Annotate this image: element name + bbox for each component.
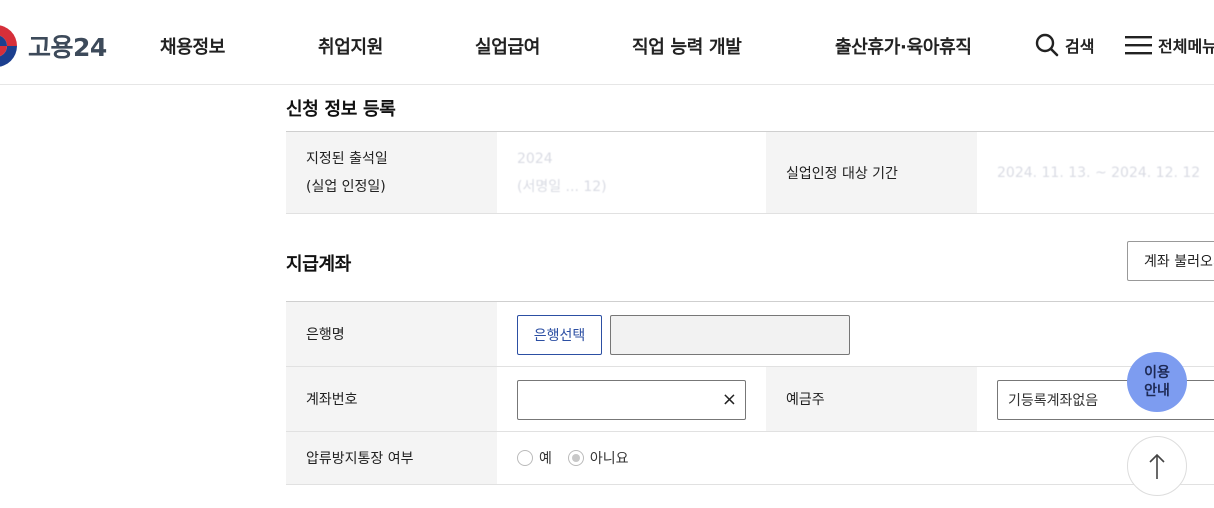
usage-guide-button[interactable]: 이용 안내 <box>1127 352 1187 412</box>
bank-header: 은행명 <box>286 302 497 366</box>
table-row: 압류방지통장 여부 예 아니요 <box>286 432 1214 485</box>
payment-account-table: 은행명 은행선택 계좌번호 × 예금주 기등록계좌없음 압류방지통장 여부 예 … <box>286 301 1214 485</box>
bank-label: 은행명 <box>306 327 345 343</box>
seizure-header: 압류방지통장 여부 <box>286 432 497 484</box>
site-header: 고용24 채용정보 취업지원 실업급여 직업 능력 개발 출산휴가·육아휴직 검… <box>0 0 1214 85</box>
radio-no[interactable]: 아니요 <box>567 448 629 468</box>
radio-no-label: 아니요 <box>589 451 629 467</box>
account-holder-header: 예금주 <box>766 367 977 431</box>
account-number-header: 계좌번호 <box>286 367 497 431</box>
hamburger-menu-icon <box>1125 36 1152 55</box>
attend-date-header: 지정된 출석일 (실업 인정일) <box>286 132 497 213</box>
scroll-top-button[interactable] <box>1127 436 1187 496</box>
logo-text: 고용24 <box>28 33 107 62</box>
attend-date-sublabel: (실업 인정일) <box>306 178 386 195</box>
clear-icon[interactable]: × <box>722 389 737 410</box>
nav-item-unemployment-benefit[interactable]: 실업급여 <box>475 33 540 59</box>
apply-info-table: 지정된 출석일 (실업 인정일) 2024 (서명일 ... 12) 실업인정 … <box>286 131 1214 214</box>
attend-date-value-line2: (서명일 ... 12) <box>517 178 607 195</box>
account-number-cell: × <box>497 367 766 431</box>
period-label: 실업인정 대상 기간 <box>786 165 898 182</box>
radio-yes-label: 예 <box>539 451 552 467</box>
period-value-text: 2024. 11. 13. ~ 2024. 12. 12 <box>997 164 1201 181</box>
nav-item-parental-leave[interactable]: 출산휴가·육아휴직 <box>835 33 972 59</box>
account-number-label: 계좌번호 <box>306 392 358 408</box>
arrow-up-icon <box>1149 453 1165 479</box>
attend-date-value-line1: 2024 <box>517 150 553 167</box>
search-button[interactable]: 검색 <box>1035 33 1094 57</box>
seizure-cell: 예 아니요 <box>497 432 1214 484</box>
nav-item-employment-support[interactable]: 취업지원 <box>318 33 383 59</box>
usage-guide-line1: 이용 <box>1144 365 1170 381</box>
logo-mark-icon <box>0 24 18 68</box>
account-holder-label: 예금주 <box>786 392 825 408</box>
bank-cell: 은행선택 <box>497 302 1214 366</box>
bank-select-button[interactable]: 은행선택 <box>517 315 602 355</box>
radio-yes-circle[interactable] <box>517 450 533 466</box>
all-menu-button[interactable]: 전체메뉴 <box>1125 33 1214 57</box>
table-row: 지정된 출석일 (실업 인정일) 2024 (서명일 ... 12) 실업인정 … <box>286 132 1214 214</box>
period-header: 실업인정 대상 기간 <box>766 132 977 213</box>
account-holder-value: 기등록계좌없음 <box>1008 393 1099 409</box>
nav-item-jobs[interactable]: 채용정보 <box>160 33 225 59</box>
search-icon <box>1035 33 1059 57</box>
period-value: 2024. 11. 13. ~ 2024. 12. 12 <box>977 132 1214 213</box>
payment-account-title: 지급계좌 <box>286 254 352 275</box>
search-label: 검색 <box>1065 37 1095 56</box>
table-row: 은행명 은행선택 <box>286 302 1214 367</box>
radio-yes[interactable]: 예 <box>517 448 552 468</box>
load-account-button[interactable]: 계좌 불러오기 <box>1127 241 1214 281</box>
seizure-label: 압류방지통장 여부 <box>306 451 414 467</box>
table-row: 계좌번호 × 예금주 기등록계좌없음 <box>286 367 1214 432</box>
account-number-input[interactable]: × <box>517 380 746 420</box>
nav-item-skill-development[interactable]: 직업 능력 개발 <box>632 33 742 59</box>
bank-name-field <box>610 315 850 355</box>
apply-info-title: 신청 정보 등록 <box>286 99 396 120</box>
all-menu-label: 전체메뉴 <box>1158 37 1214 56</box>
attend-date-label: 지정된 출석일 <box>306 150 388 167</box>
attend-date-value: 2024 (서명일 ... 12) <box>497 132 766 213</box>
site-logo[interactable]: 고용24 <box>0 24 107 68</box>
usage-guide-line2: 안내 <box>1144 383 1170 399</box>
radio-no-circle[interactable] <box>567 450 584 466</box>
